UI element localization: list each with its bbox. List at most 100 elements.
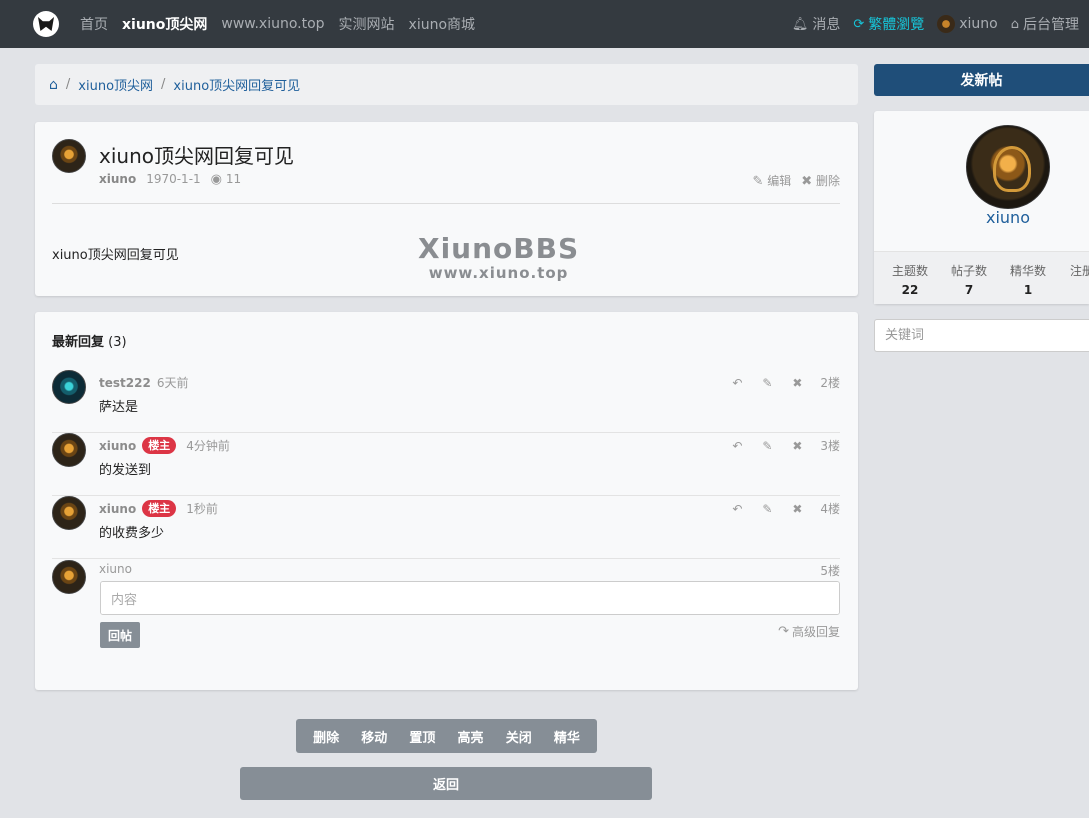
- nav-user[interactable]: xiuno: [937, 15, 998, 33]
- nav-xiuno-shop[interactable]: xiuno商城: [409, 14, 476, 34]
- reply-meta: xiuno 楼主 1秒前: [99, 500, 218, 517]
- eye-icon: ◉: [210, 172, 222, 187]
- reply-time: 4分钟前: [186, 439, 230, 453]
- reply-avatar[interactable]: [52, 496, 86, 530]
- stat-label: 帖子数: [950, 264, 987, 278]
- reply-floor: 3楼: [820, 439, 840, 453]
- mod-move-button[interactable]: 移动: [361, 727, 387, 746]
- delete-button[interactable]: ✖ 删除: [801, 172, 840, 189]
- reply-username[interactable]: test222: [99, 376, 151, 390]
- replies-panel: 最新回复 (3) test222 6天前 ↶ ✎ ✖ 2楼 萨达是 xiuno …: [35, 312, 858, 690]
- thread-meta: xiuno 1970-1-1 ◉ 11: [99, 172, 241, 186]
- nav-home[interactable]: 首页: [80, 14, 108, 34]
- reply-content: 的收费多少: [99, 526, 165, 541]
- home-icon: ⌂: [1010, 16, 1019, 32]
- quick-reply: xiuno 5楼 回帖 ↷ 高级回复: [52, 560, 840, 660]
- user-avatar: [937, 15, 956, 33]
- reply-ops: ↶ ✎ ✖ 4楼: [730, 500, 840, 517]
- replies-count: (3): [108, 335, 127, 350]
- thread-post: xiuno顶尖网回复可见 xiuno 1970-1-1 ◉ 11 ✎ 编辑 ✖ …: [35, 122, 858, 296]
- reply-content: 的发送到: [99, 463, 152, 478]
- watermark-title: XiunoBBS: [418, 232, 580, 265]
- edit-button[interactable]: ✎ 编辑: [753, 172, 792, 189]
- nav-admin[interactable]: ⌂ 后台管理: [1011, 14, 1079, 34]
- new-post-button[interactable]: 发新帖: [874, 64, 1089, 96]
- watermark: XiunoBBS www.xiuno.top: [418, 232, 580, 283]
- reply-textarea[interactable]: [100, 581, 840, 615]
- edit-icon[interactable]: ✎: [760, 440, 774, 452]
- view-count: 11: [225, 172, 242, 186]
- thread-body: xiuno顶尖网回复可见: [52, 248, 179, 263]
- reply-item: xiuno 楼主 4分钟前 ↶ ✎ ✖ 3楼 的发送到: [52, 433, 840, 496]
- nav-messages[interactable]: 🔔︎ 消息: [792, 14, 841, 34]
- site-logo[interactable]: [33, 11, 59, 37]
- back-button[interactable]: 返回: [240, 767, 652, 800]
- stat-label: 注册排名: [1070, 264, 1089, 278]
- quick-reply-floor: 5楼: [820, 564, 840, 578]
- close-icon: ✖: [801, 174, 813, 189]
- bell-icon: 🔔︎: [791, 16, 809, 32]
- stat-value: 1: [1023, 283, 1033, 297]
- profile-stats: 主题数 22 帖子数 7 精华数 1 注册排名: [874, 251, 1089, 304]
- edit-icon[interactable]: ✎: [760, 503, 774, 515]
- stat-digest: 精华数 1: [998, 262, 1058, 297]
- home-icon[interactable]: ⌂: [49, 78, 58, 92]
- reply-content: 萨达是: [99, 400, 139, 415]
- breadcrumb-thread[interactable]: xiuno顶尖网回复可见: [173, 75, 300, 94]
- owner-badge: 楼主: [142, 437, 177, 454]
- reply-icon[interactable]: ↶: [730, 377, 744, 389]
- reply-username[interactable]: xiuno: [99, 439, 136, 453]
- reply-meta: xiuno 楼主 4分钟前: [99, 437, 230, 454]
- replies-heading: 最新回复 (3): [52, 331, 127, 350]
- thread-date: 1970-1-1: [146, 172, 201, 186]
- thread-actions: ✎ 编辑 ✖ 删除: [753, 172, 841, 189]
- thread-title: xiuno顶尖网回复可见: [99, 144, 294, 168]
- reply-ops: ↶ ✎ ✖ 2楼: [730, 374, 840, 391]
- stat-rank: 注册排名: [1057, 262, 1089, 279]
- nav-traditional[interactable]: ⟳ 繁體瀏覽: [853, 14, 924, 34]
- nav-username: xiuno: [959, 16, 998, 32]
- reply-floor: 2楼: [820, 376, 840, 390]
- divider: [52, 203, 840, 204]
- stat-label: 精华数: [1009, 264, 1046, 278]
- thread-author[interactable]: xiuno: [99, 172, 136, 186]
- top-navbar: 首页 xiuno顶尖网 www.xiuno.top 实测网站 xiuno商城 🔔…: [0, 0, 1089, 48]
- nav-test-site[interactable]: 实测网站: [339, 14, 395, 34]
- divider: [52, 558, 840, 559]
- mod-digest-button[interactable]: 精华: [554, 727, 580, 746]
- stat-label: 主题数: [891, 264, 928, 278]
- nav-left: 首页 xiuno顶尖网 www.xiuno.top 实测网站 xiuno商城: [80, 0, 475, 48]
- edit-icon[interactable]: ✎: [760, 377, 774, 389]
- reply-username[interactable]: xiuno: [99, 502, 136, 516]
- mod-top-button[interactable]: 置顶: [409, 727, 435, 746]
- author-avatar[interactable]: [52, 139, 86, 173]
- profile-avatar[interactable]: [966, 125, 1050, 209]
- reply-item: xiuno 楼主 1秒前 ↶ ✎ ✖ 4楼 的收费多少: [52, 496, 840, 559]
- refresh-icon: ⟳: [853, 16, 865, 32]
- close-icon[interactable]: ✖: [790, 377, 804, 389]
- share-icon: ↷: [778, 624, 789, 639]
- nav-right: 🔔︎ 消息 ⟳ 繁體瀏覽 xiuno ⌂ 后台管理: [792, 0, 1079, 48]
- profile-name[interactable]: xiuno: [874, 208, 1089, 227]
- nav-www-xiuno-top[interactable]: www.xiuno.top: [221, 16, 324, 32]
- submit-reply-button[interactable]: 回帖: [100, 622, 140, 648]
- moderation-bar: 删除 移动 置顶 高亮 关闭 精华: [296, 719, 597, 753]
- reply-icon[interactable]: ↶: [730, 440, 744, 452]
- stat-value: 7: [964, 283, 974, 297]
- reply-avatar[interactable]: [52, 433, 86, 467]
- reply-time: 1秒前: [186, 502, 218, 516]
- reply-item: test222 6天前 ↶ ✎ ✖ 2楼 萨达是: [52, 370, 840, 433]
- edit-icon: ✎: [752, 174, 764, 189]
- reply-icon[interactable]: ↶: [730, 503, 744, 515]
- close-icon[interactable]: ✖: [790, 440, 804, 452]
- breadcrumb-separator: /: [65, 77, 71, 92]
- advanced-reply-link[interactable]: ↷ 高级回复: [778, 623, 840, 640]
- close-icon[interactable]: ✖: [790, 503, 804, 515]
- nav-xiuno-top[interactable]: xiuno顶尖网: [122, 14, 207, 34]
- mod-close-button[interactable]: 关闭: [506, 727, 532, 746]
- mod-delete-button[interactable]: 删除: [313, 727, 339, 746]
- breadcrumb-forum[interactable]: xiuno顶尖网: [78, 75, 153, 94]
- mod-highlight-button[interactable]: 高亮: [458, 727, 484, 746]
- reply-avatar[interactable]: [52, 370, 86, 404]
- search-input[interactable]: [874, 319, 1089, 352]
